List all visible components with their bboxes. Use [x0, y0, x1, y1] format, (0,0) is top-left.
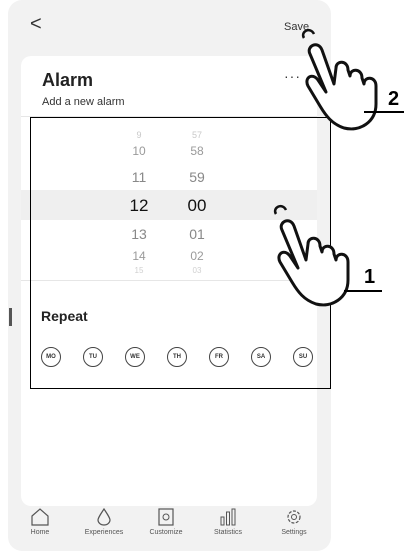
nav-item-home[interactable]: Home [10, 508, 70, 536]
page-subtitle: Add a new alarm [42, 96, 125, 108]
page-title: Alarm [42, 70, 94, 90]
bottom-nav: Home Experiences Customize Statistics Se… [8, 506, 331, 551]
callout-1-label: 1 [364, 266, 376, 288]
settings-icon [287, 510, 301, 524]
top-bar: < Save [8, 0, 331, 46]
nav-label: Customize [149, 529, 183, 536]
gear-box-icon [158, 508, 174, 526]
nav-label: Experiences [84, 529, 124, 536]
nav-item-customize[interactable]: Customize [136, 508, 196, 536]
nav-label: Settings [281, 529, 307, 536]
callout-2-label: 2 [388, 88, 400, 110]
pointing-hand-icon [273, 204, 350, 307]
nav-label: Statistics [213, 529, 242, 536]
callout-2-line [364, 111, 404, 113]
home-icon [31, 508, 49, 526]
nav-label: Home [30, 529, 50, 536]
nav-item-experiences[interactable]: Experiences [74, 508, 134, 536]
section-marker [9, 308, 12, 326]
callout-1-line [344, 290, 382, 292]
nav-item-statistics[interactable]: Statistics [198, 508, 258, 536]
droplet-icon [97, 508, 111, 526]
nav-item-settings[interactable]: Settings [264, 508, 324, 536]
back-button[interactable]: < [30, 14, 42, 34]
bar-chart-icon [220, 508, 236, 526]
pointing-hand-icon [301, 28, 378, 131]
